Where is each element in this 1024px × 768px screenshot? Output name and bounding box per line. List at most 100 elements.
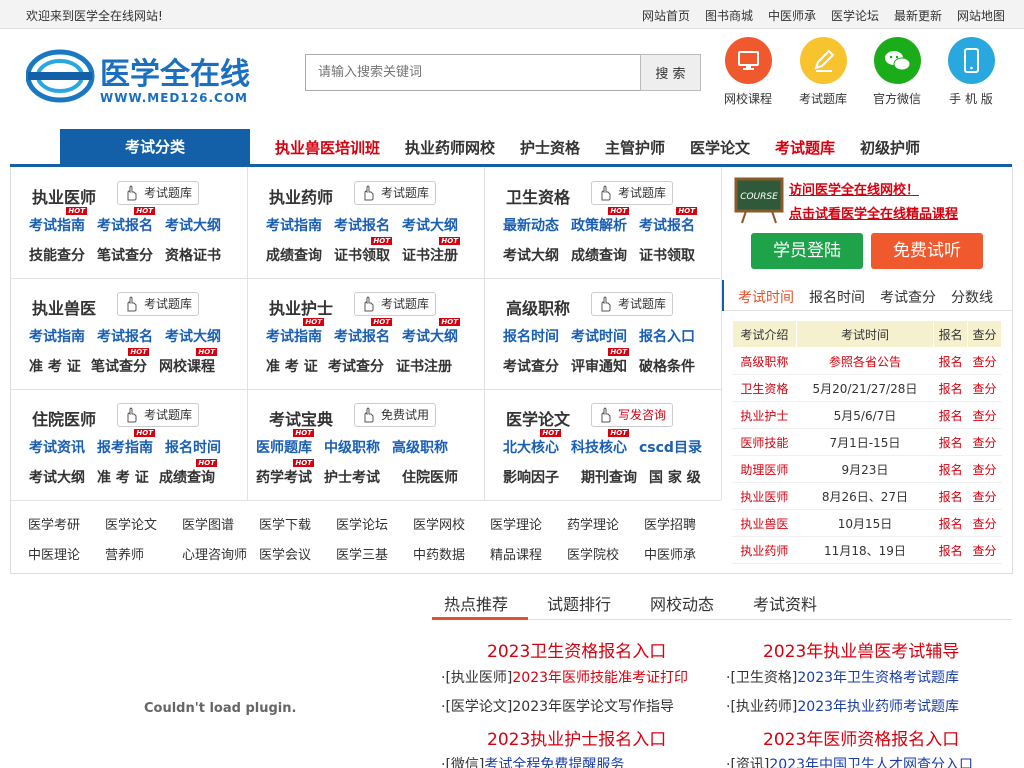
headline-link[interactable]: 2023执业护士报名入口 <box>487 725 666 750</box>
score-link[interactable]: 查分 <box>967 401 1002 429</box>
link-exam-outline[interactable]: 考试大纲 <box>165 215 221 235</box>
exam-name-link[interactable]: 医师技能 <box>732 428 797 456</box>
link-online-course[interactable]: 网校课程 HOT <box>159 348 217 376</box>
link-cert-pickup[interactable]: 证书领取 HOT <box>334 237 392 265</box>
link-pharmacy-exam[interactable]: 药学考试 HOT <box>256 459 314 487</box>
tab-hot-recommend[interactable]: 热点推荐 <box>444 591 508 615</box>
link-exam-signup[interactable]: 考试报名 HOT <box>97 207 155 235</box>
link-signup-time[interactable]: 报名时间 <box>503 326 559 346</box>
news-item[interactable]: ·[执业药师]2023年执业药师考试题库 <box>726 696 959 716</box>
icon-label-courses[interactable]: 网校课程 <box>708 90 788 107</box>
footer-category-link[interactable]: 营养师 <box>105 544 144 563</box>
footer-category-link[interactable]: 医学图谱 <box>182 514 234 533</box>
footer-category-link[interactable]: 医学论坛 <box>336 514 388 533</box>
link-exam-outline[interactable]: 考试大纲 HOT <box>402 318 460 346</box>
link-nurse-exam[interactable]: 护士考试 <box>324 467 380 487</box>
link-exam-guide[interactable]: 考试指南 <box>266 215 322 235</box>
signup-link[interactable]: 报名 <box>933 428 969 456</box>
score-link[interactable]: 查分 <box>967 536 1002 564</box>
link-exam-news[interactable]: 考试资讯 <box>29 437 85 457</box>
cell-title-nurse[interactable]: 执业护士 <box>269 295 333 319</box>
question-bank-button[interactable]: 考试题库 <box>117 292 199 316</box>
link-exam-guide[interactable]: 考试指南 HOT <box>266 318 324 346</box>
cell-title-health-qualification[interactable]: 卫生资格 <box>506 184 570 208</box>
link-resident[interactable]: 住院医师 <box>402 467 458 487</box>
link-policy[interactable]: 政策解析 HOT <box>571 207 629 235</box>
footer-category-link[interactable]: 精品课程 <box>490 544 542 563</box>
cell-title-senior-title[interactable]: 高级职称 <box>506 295 570 319</box>
cell-title-practicing-physician[interactable]: 执业医师 <box>32 184 96 208</box>
question-bank-button[interactable]: 考试题库 <box>117 403 199 427</box>
score-link[interactable]: 查分 <box>967 428 1002 456</box>
icon-label-mobile[interactable]: 手 机 版 <box>931 90 1011 107</box>
link-physician-bank[interactable]: 医师题库 HOT <box>256 429 314 457</box>
footer-category-link[interactable]: 医学理论 <box>490 514 542 533</box>
link-cert-pickup[interactable]: 证书领取 <box>639 245 695 265</box>
free-trial-listen-button[interactable]: 免费试听 <box>871 233 983 269</box>
link-exam-outline[interactable]: 考试大纲 <box>29 467 85 487</box>
phone-icon[interactable] <box>948 37 995 84</box>
student-login-button[interactable]: 学员登陆 <box>751 233 863 269</box>
link-impact-factor[interactable]: 影响因子 <box>503 467 559 487</box>
link-exam-signup[interactable]: 考试报名 <box>334 215 390 235</box>
nav-question-bank[interactable]: 考试题库 <box>775 137 835 158</box>
link-apply-guide[interactable]: 报考指南 HOT <box>97 429 155 457</box>
signup-link[interactable]: 报名 <box>933 536 969 564</box>
footer-category-link[interactable]: 医学招聘 <box>644 514 696 533</box>
link-written-score[interactable]: 笔试查分 <box>97 245 153 265</box>
search-input[interactable] <box>305 54 641 91</box>
footer-category-link[interactable]: 医学三基 <box>336 544 388 563</box>
tab-exam-time[interactable]: 考试时间 <box>738 287 794 307</box>
link-journal-query[interactable]: 期刊查询 <box>581 467 637 487</box>
link-intermediate-title[interactable]: 中级职称 <box>324 437 380 457</box>
link-exception-conditions[interactable]: 破格条件 <box>639 356 695 376</box>
nav-medical-paper[interactable]: 医学论文 <box>690 137 750 158</box>
question-bank-button[interactable]: 考试题库 <box>354 292 436 316</box>
tab-school-news[interactable]: 网校动态 <box>650 591 714 615</box>
link-sci-core[interactable]: 科技核心 HOT <box>571 429 629 457</box>
writing-consult-button[interactable]: 写发咨询 <box>591 403 673 427</box>
toplink-home[interactable]: 网站首页 <box>642 7 690 24</box>
icon-label-wechat[interactable]: 官方微信 <box>857 90 937 107</box>
footer-category-link[interactable]: 医学会议 <box>259 544 311 563</box>
exam-name-link[interactable]: 执业护士 <box>732 401 797 429</box>
signup-link[interactable]: 报名 <box>933 401 969 429</box>
signup-link[interactable]: 报名 <box>933 347 969 375</box>
site-logo[interactable]: 医学全在线 WWW.MED126.COM <box>25 48 271 106</box>
footer-category-link[interactable]: 医学下载 <box>259 514 311 533</box>
link-exam-signup[interactable]: 考试报名 <box>97 326 153 346</box>
monitor-icon[interactable] <box>725 37 772 84</box>
link-exam-outline[interactable]: 考试大纲 <box>165 326 221 346</box>
score-link[interactable]: 查分 <box>967 482 1002 510</box>
link-admission-ticket[interactable]: 准 考 证 <box>266 356 318 376</box>
link-pku-core[interactable]: 北大核心 HOT <box>503 429 561 457</box>
link-signup-time[interactable]: 报名时间 <box>165 437 221 457</box>
headline-link[interactable]: 2023卫生资格报名入口 <box>487 637 666 662</box>
headline-link[interactable]: 2023年执业兽医考试辅导 <box>763 637 959 662</box>
footer-category-link[interactable]: 中医师承 <box>644 544 696 563</box>
toplink-latest[interactable]: 最新更新 <box>894 7 942 24</box>
cell-title-medical-paper[interactable]: 医学论文 <box>506 406 570 430</box>
free-trial-button[interactable]: 免费试用 <box>354 403 436 427</box>
signup-link[interactable]: 报名 <box>933 482 969 510</box>
news-item[interactable]: ·[微信]考试全程免费提醒服务 <box>441 754 624 768</box>
link-score-query[interactable]: 成绩查询 HOT <box>159 459 217 487</box>
toplink-sitemap[interactable]: 网站地图 <box>957 7 1005 24</box>
link-score-query[interactable]: 考试查分 <box>503 356 559 376</box>
link-certificate[interactable]: 资格证书 <box>165 245 221 265</box>
nav-vet-training[interactable]: 执业兽医培训班 <box>275 137 380 158</box>
signup-link[interactable]: 报名 <box>933 455 969 483</box>
question-bank-button[interactable]: 考试题库 <box>591 181 673 205</box>
nav-charge-nurse[interactable]: 主管护师 <box>605 137 665 158</box>
footer-category-link[interactable]: 医学论文 <box>105 514 157 533</box>
link-exam-signup[interactable]: 考试报名 HOT <box>334 318 392 346</box>
score-link[interactable]: 查分 <box>967 374 1002 402</box>
link-skill-score[interactable]: 技能查分 <box>29 245 85 265</box>
footer-category-link[interactable]: 中药数据 <box>413 544 465 563</box>
footer-category-link[interactable]: 中医理论 <box>28 544 80 563</box>
link-exam-outline[interactable]: 考试大纲 <box>503 245 559 265</box>
cell-title-vet[interactable]: 执业兽医 <box>32 295 96 319</box>
link-score-query[interactable]: 成绩查询 <box>266 245 322 265</box>
tab-cutoff[interactable]: 分数线 <box>951 287 993 307</box>
signup-link[interactable]: 报名 <box>933 374 969 402</box>
